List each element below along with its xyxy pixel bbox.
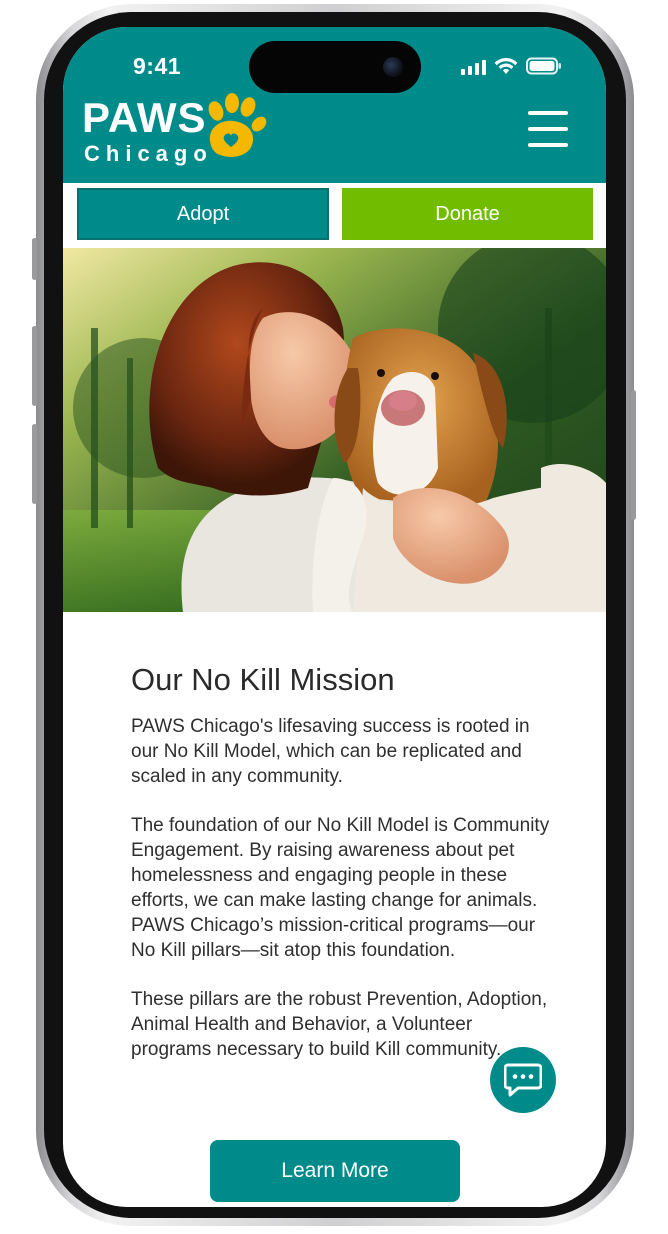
dynamic-island	[249, 41, 421, 93]
status-icons	[461, 57, 562, 75]
chat-button[interactable]	[490, 1047, 556, 1113]
mission-section: Our No Kill Mission PAWS Chicago's lifes…	[131, 661, 551, 1086]
logo-text-paws: PAWS	[82, 94, 207, 141]
paw-heart-icon	[208, 93, 267, 157]
battery-icon	[526, 57, 561, 75]
logo-text-chicago: Chicago	[84, 141, 213, 166]
hamburger-menu-icon[interactable]	[528, 111, 568, 147]
adopt-button[interactable]: Adopt	[77, 188, 329, 240]
chat-bubble-icon	[504, 1063, 542, 1097]
screen: 9:41 PAWS Chicago Adopt Donate Our No Ki…	[63, 27, 606, 1207]
donate-button[interactable]: Donate	[342, 188, 593, 240]
mission-paragraph-3: These pillars are the robust Prevention,…	[131, 989, 548, 1061]
hero-image	[63, 248, 606, 612]
volume-up-button	[32, 326, 37, 406]
front-camera	[383, 57, 403, 77]
action-button	[32, 238, 37, 280]
mission-title: Our No Kill Mission	[131, 662, 395, 697]
cellular-signal-icon	[461, 59, 486, 75]
learn-more-button[interactable]: Learn More	[210, 1140, 460, 1202]
mission-paragraph-1: PAWS Chicago's lifesaving success is roo…	[131, 716, 530, 788]
paws-chicago-logo[interactable]: PAWS Chicago	[82, 93, 272, 173]
woman-kissing-beagle-photo	[63, 248, 606, 612]
power-button	[631, 390, 636, 520]
action-bar: Adopt Donate	[63, 183, 606, 248]
site-header: 9:41 PAWS Chicago	[63, 27, 606, 183]
volume-down-button	[32, 424, 37, 504]
wifi-icon	[494, 58, 518, 74]
status-time: 9:41	[133, 53, 182, 79]
mission-paragraph-2: The foundation of our No Kill Model is C…	[131, 815, 550, 962]
